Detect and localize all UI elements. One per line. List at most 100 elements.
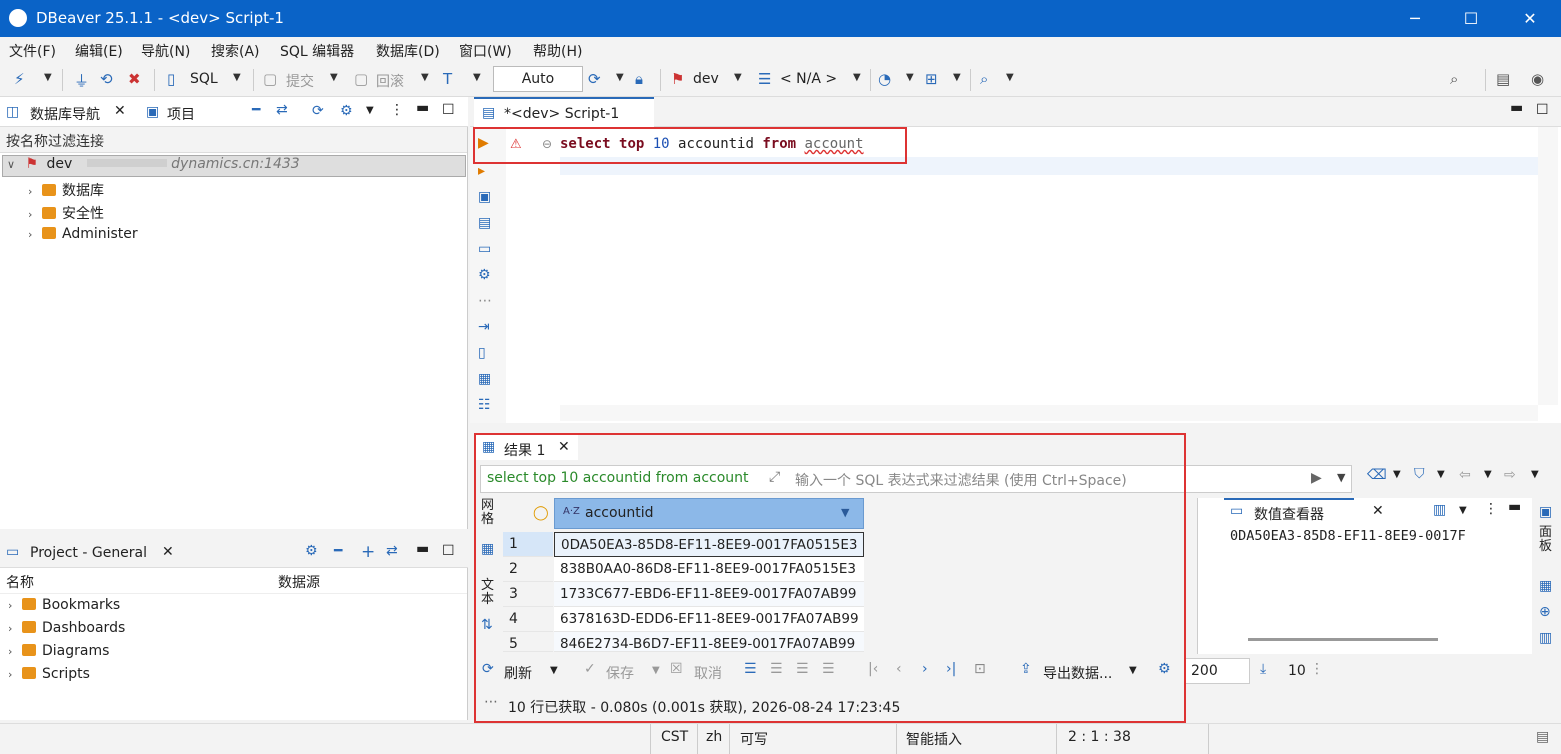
more-options-icon[interactable]: ⋮ [1310,661,1324,677]
export-data-button[interactable]: 导出数据... [1043,663,1112,683]
tree-connection-dev[interactable]: ∨ ⚑ dev dynamics.cn:1433 [2,155,466,177]
chevron-down-icon[interactable]: ▼ [1393,469,1401,480]
row-number[interactable]: 1 [503,532,553,557]
tab-script-1[interactable]: ▤ *<dev> Script-1 [474,97,654,127]
chevron-down-icon[interactable]: ▼ [1337,471,1345,484]
execute-script-icon[interactable]: ▣ [478,189,491,205]
tab-results-1[interactable]: ▦ 结果 1 ✕ [476,433,578,460]
chevron-down-icon[interactable]: ▼ [616,72,624,83]
row-number[interactable]: 4 [503,607,553,632]
close-icon[interactable]: ✕ [558,439,570,455]
close-icon[interactable]: ✕ [1372,503,1384,519]
row-count-icon[interactable]: ⤓ [1260,661,1266,677]
fetch-size-input[interactable]: 200 [1184,658,1250,684]
more-icon[interactable]: ⋯ [478,293,492,309]
sql-editor-icon[interactable]: ▯ [167,70,175,88]
active-schema[interactable]: < N/A > [780,71,837,87]
tab-database-navigator[interactable]: 数据库导航 [30,104,100,124]
chevron-down-icon[interactable]: ▼ [1129,665,1137,676]
explain-plan-icon[interactable]: ▤ [478,215,491,231]
chevron-down-icon[interactable]: ▼ [734,72,742,83]
lock-icon[interactable]: 🔒︎ [635,70,643,88]
refresh-button[interactable]: 刷新 [504,663,532,683]
sql-button[interactable]: SQL [190,71,218,87]
collapse-all-icon[interactable]: ━ [252,102,260,118]
new-connection-icon[interactable]: ⚡ [14,70,25,88]
edit-row-icon[interactable]: ☰ [744,661,757,677]
execute-statement-icon[interactable]: ▶ [478,135,489,151]
expand-icon[interactable]: ⤢ [769,469,780,485]
first-page-icon[interactable]: |‹ [868,661,878,677]
open-perspective-icon[interactable]: ▤ [1496,70,1510,88]
save-icon[interactable]: ✓ [584,661,596,677]
panels-icon[interactable]: ▣ [1539,504,1552,520]
copy-row-icon[interactable]: ☰ [796,661,809,677]
execute-new-tab-icon[interactable]: ▸ [478,163,485,179]
project-item-diagrams[interactable]: › Diagrams [8,643,109,659]
menu-search[interactable]: 搜索(A) [211,41,260,61]
minimize-icon[interactable]: ▬ [1508,499,1521,515]
menu-edit[interactable]: 编辑(E) [75,41,123,61]
reconnect-icon[interactable]: ⟲ [100,70,113,88]
menu-navigate[interactable]: 导航(N) [141,41,190,61]
refresh-icon[interactable]: ⟳ [482,661,494,677]
tab-project-general[interactable]: Project - General [30,545,147,561]
menu-file[interactable]: 文件(F) [9,41,56,61]
console-icon[interactable]: ▭ [478,241,491,257]
gear-icon[interactable]: ⚙ [305,543,318,559]
menu-database[interactable]: 数据库(D) [376,41,440,61]
grouping-icon[interactable]: ▥ [1539,630,1552,646]
minimize-icon[interactable]: ▬ [416,100,429,116]
outline-icon[interactable]: ☷ [478,397,491,413]
last-page-icon[interactable]: ›| [946,661,956,677]
dbeaver-perspective-icon[interactable]: ◉ [1531,70,1544,88]
more-options-icon[interactable]: ⋮ [390,102,404,118]
menu-sql-editor[interactable]: SQL 编辑器 [280,41,354,61]
chevron-down-icon[interactable]: ▼ [652,665,660,676]
chevron-right-icon[interactable]: › [28,208,42,221]
grid-view-toggle[interactable]: 网格 [481,499,499,527]
gear-icon[interactable]: ⚙ [1158,661,1171,677]
grid-cell[interactable]: 6378163D-EDD6-EF11-8EE9-0017FA07AB99 [554,607,864,632]
chevron-down-icon[interactable]: ▼ [906,72,914,83]
horizontal-scrollbar[interactable] [1248,638,1438,641]
calendar-icon[interactable]: ▦ [1539,578,1552,594]
auto-commit-mode[interactable]: Auto [493,66,583,92]
history-icon[interactable]: ⟳ [588,70,601,88]
close-icon[interactable]: ✕ [162,544,174,560]
commit-icon[interactable]: ▢ [263,70,277,88]
column-header-accountid[interactable]: A·Z accountid ▼ [554,498,864,529]
chevron-down-icon[interactable]: ▼ [421,72,429,83]
chevron-down-icon[interactable]: ▼ [953,72,961,83]
row-select-icon[interactable]: ◯ [533,505,549,521]
grid-cell[interactable]: 1733C677-EBD6-EF11-8EE9-0017FA07AB99 [554,582,864,607]
chevron-down-icon[interactable]: ▼ [330,72,338,83]
save-button[interactable]: 保存 [606,663,634,683]
chevron-down-icon[interactable]: ▼ [1459,505,1467,516]
chevron-down-icon[interactable]: ▼ [1484,469,1492,480]
menu-window[interactable]: 窗口(W) [459,41,512,61]
run-filter-icon[interactable]: ▶ [1311,470,1322,486]
grid-cell[interactable]: 846E2734-B6D7-EF11-8EE9-0017FA07AB99 [554,632,864,652]
project-item-dashboards[interactable]: › Dashboards [8,620,125,636]
project-item-scripts[interactable]: › Scripts [8,666,90,682]
maximize-icon[interactable]: ☐ [442,543,455,559]
column-datasource[interactable]: 数据源 [278,572,320,592]
close-button[interactable]: ✕ [1502,0,1558,37]
error-icon[interactable]: ▯ [478,345,486,361]
result-filter-bar[interactable]: select top 10 accountid from account ⤢ 输… [480,465,1352,493]
minimize-icon[interactable]: ▬ [416,541,429,557]
filter-icon[interactable]: ⛉ [1414,466,1425,482]
chevron-down-icon[interactable]: ▼ [853,72,861,83]
link-editor-icon[interactable]: ⇄ [276,102,288,118]
notifications-icon[interactable]: ▤ [1536,729,1549,745]
grid-cell[interactable]: 838B0AA0-86D8-EF11-8EE9-0017FA0515E3 [554,557,864,582]
sort-icon[interactable]: ▼ [841,506,849,519]
global-search-icon[interactable]: ⌕ [1450,70,1458,88]
transaction-mode-icon[interactable]: T [443,70,452,88]
grid-cell[interactable]: 0DA50EA3-85D8-EF11-8EE9-0017FA0515E3 [554,532,864,557]
maximize-icon[interactable]: ☐ [1536,102,1549,118]
sql-line-1[interactable]: select top 10 accountid from account [560,136,864,152]
chevron-right-icon[interactable]: › [28,185,42,198]
rollback-button[interactable]: 回滚 [376,71,404,91]
